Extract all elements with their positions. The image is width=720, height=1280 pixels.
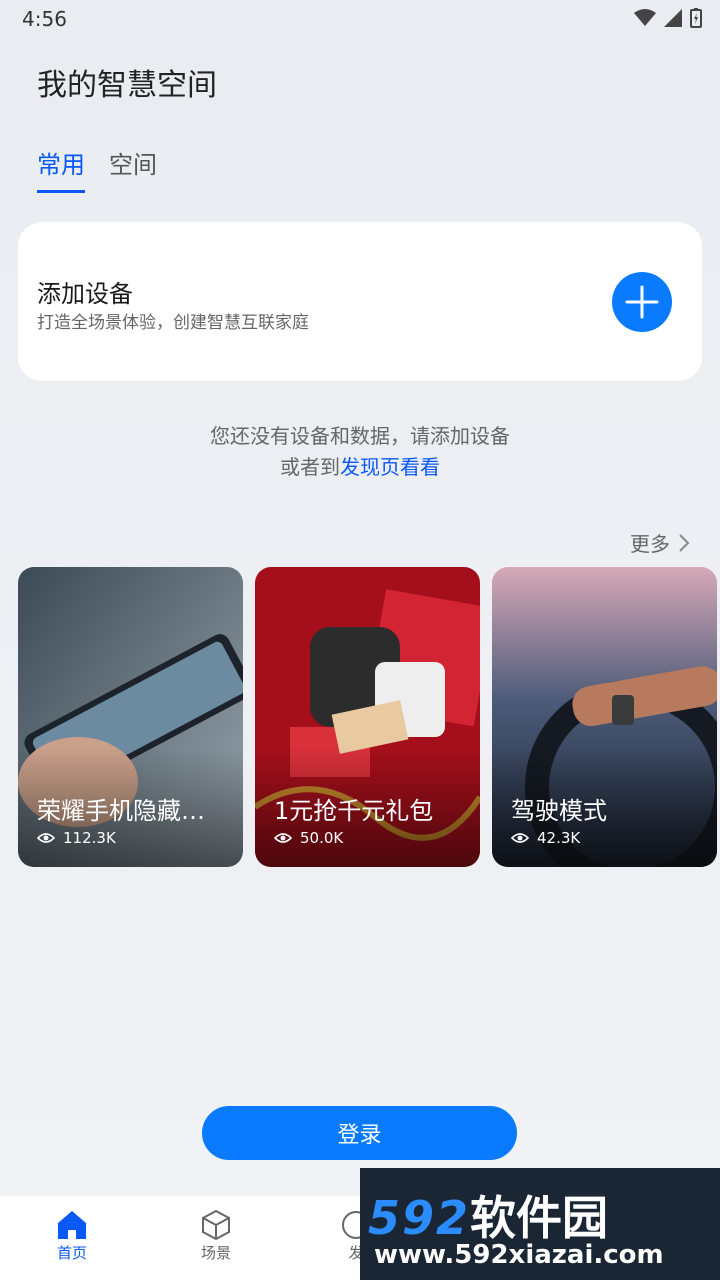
eye-icon [511, 833, 529, 843]
nav-home-label: 首页 [56, 1244, 87, 1262]
eye-icon [37, 833, 55, 843]
watermark-url: www.592xiazai.com [374, 1240, 664, 1270]
wifi-icon [634, 9, 656, 26]
status-time: 4:56 [22, 7, 67, 31]
add-device-title: 添加设备 [37, 280, 133, 308]
discover-link[interactable]: 发现页看看 [340, 455, 440, 479]
card-title: 驾驶模式 [511, 797, 607, 825]
more-link[interactable]: 更多 [630, 528, 690, 557]
page-title: 我的智慧空间 [37, 68, 217, 103]
chevron-right-icon [679, 533, 690, 552]
feature-card-gift[interactable]: 1元抢千元礼包 50.0K [255, 567, 480, 867]
empty-prefix: 或者到 [280, 455, 340, 479]
tab-common[interactable]: 常用 [37, 145, 85, 193]
add-device-card[interactable]: 添加设备 打造全场景体验，创建智慧互联家庭 [18, 222, 702, 381]
views-count: 42.3K [537, 829, 581, 847]
signal-icon [664, 9, 682, 27]
home-icon [58, 1211, 86, 1239]
feature-card-driving[interactable]: 驾驶模式 42.3K [492, 567, 717, 867]
more-label: 更多 [630, 532, 670, 556]
empty-message-line2: 或者到发现页看看 [0, 451, 720, 480]
views-count: 50.0K [300, 829, 344, 847]
card-views: 42.3K [511, 829, 580, 847]
battery-icon [690, 8, 702, 28]
feature-card-phone[interactable]: 荣耀手机隐藏功... 112.3K [18, 567, 243, 867]
watermark-logo: 592软件园 www.592xiazai.com [360, 1168, 720, 1280]
cube-icon [202, 1209, 230, 1241]
card-title: 1元抢千元礼包 [274, 797, 434, 825]
eye-icon [274, 833, 292, 843]
nav-home[interactable]: 首页 [27, 1208, 117, 1263]
tab-bar: 常用 空间 [37, 145, 157, 193]
status-icons [634, 8, 702, 28]
tab-space[interactable]: 空间 [109, 145, 157, 193]
nav-scene-label: 场景 [200, 1244, 231, 1262]
card-title: 荣耀手机隐藏功... [37, 797, 227, 825]
status-bar: 4:56 [0, 0, 720, 36]
nav-scene[interactable]: 场景 [171, 1208, 261, 1263]
watermark-brand: 592软件园 [368, 1191, 609, 1245]
plus-icon [625, 285, 659, 319]
login-button[interactable]: 登录 [202, 1106, 517, 1160]
empty-message: 您还没有设备和数据，请添加设备 [210, 424, 510, 448]
views-count: 112.3K [63, 829, 116, 847]
card-views: 112.3K [37, 829, 116, 847]
feature-cards: 荣耀手机隐藏功... 112.3K 1元抢千元礼包 50.0K 驾驶模式 42.… [18, 567, 720, 867]
card-views: 50.0K [274, 829, 343, 847]
add-device-button[interactable] [612, 272, 672, 332]
add-device-subtitle: 打造全场景体验，创建智慧互联家庭 [37, 313, 309, 333]
